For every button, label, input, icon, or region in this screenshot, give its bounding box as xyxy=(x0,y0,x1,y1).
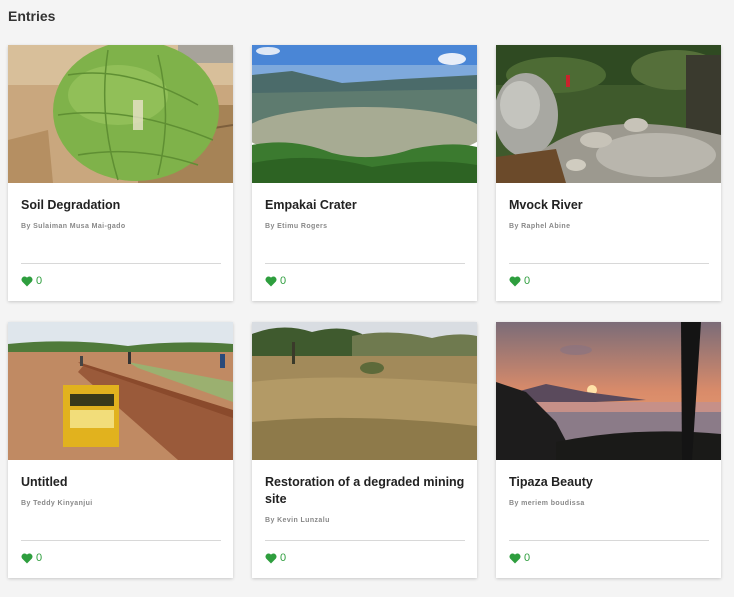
like-button[interactable]: 0 xyxy=(21,275,42,287)
heart-icon xyxy=(21,552,33,564)
like-count: 0 xyxy=(524,552,531,564)
like-button[interactable]: 0 xyxy=(265,275,286,287)
entry-author: By Etimu Rogers xyxy=(265,223,328,230)
entry-author: By Sulaiman Musa Mai-gado xyxy=(21,223,126,230)
heart-icon xyxy=(21,275,33,287)
entry-image-coastal-sunset[interactable] xyxy=(496,322,721,460)
entry-card-restoration-mining-site[interactable]: Restoration of a degraded mining site By… xyxy=(252,322,477,578)
like-button[interactable]: 0 xyxy=(265,552,286,564)
entry-card-soil-degradation[interactable]: Soil Degradation By Sulaiman Musa Mai-ga… xyxy=(8,45,233,301)
entry-card-empakai-crater[interactable]: Empakai Crater By Etimu Rogers 0 xyxy=(252,45,477,301)
entry-image-seedballs-field[interactable] xyxy=(8,322,233,460)
like-button[interactable]: 0 xyxy=(509,275,530,287)
entry-author: By Kevin Lunzalu xyxy=(265,517,330,524)
like-button[interactable]: 0 xyxy=(509,552,530,564)
entry-image-savanna-field[interactable] xyxy=(252,322,477,460)
like-count: 0 xyxy=(36,275,43,287)
divider xyxy=(265,263,465,264)
like-button[interactable]: 0 xyxy=(21,552,42,564)
entry-image-watermelon[interactable] xyxy=(8,45,233,183)
divider xyxy=(21,263,221,264)
heart-icon xyxy=(509,552,521,564)
entry-card-untitled[interactable]: Untitled By Teddy Kinyanjui 0 xyxy=(8,322,233,578)
like-count: 0 xyxy=(280,552,287,564)
entry-title[interactable]: Soil Degradation xyxy=(21,197,221,214)
heart-icon xyxy=(265,275,277,287)
entry-author: By Teddy Kinyanjui xyxy=(21,500,93,507)
divider xyxy=(509,263,709,264)
like-count: 0 xyxy=(524,275,531,287)
entry-author: By Raphel Abine xyxy=(509,223,571,230)
divider xyxy=(21,540,221,541)
entry-title[interactable]: Untitled xyxy=(21,474,221,491)
entry-title[interactable]: Restoration of a degraded mining site xyxy=(265,474,465,508)
divider xyxy=(509,540,709,541)
entry-author: By meriem boudissa xyxy=(509,500,585,507)
like-count: 0 xyxy=(280,275,287,287)
entry-card-mvock-river[interactable]: Mvock River By Raphel Abine 0 xyxy=(496,45,721,301)
entry-title[interactable]: Mvock River xyxy=(509,197,709,214)
page-title: Entries xyxy=(8,8,56,24)
entry-image-crater-lake[interactable] xyxy=(252,45,477,183)
heart-icon xyxy=(265,552,277,564)
like-count: 0 xyxy=(36,552,43,564)
entry-image-rocky-river[interactable] xyxy=(496,45,721,183)
heart-icon xyxy=(509,275,521,287)
entry-title[interactable]: Tipaza Beauty xyxy=(509,474,709,491)
entry-card-tipaza-beauty[interactable]: Tipaza Beauty By meriem boudissa 0 xyxy=(496,322,721,578)
divider xyxy=(265,540,465,541)
entry-title[interactable]: Empakai Crater xyxy=(265,197,465,214)
